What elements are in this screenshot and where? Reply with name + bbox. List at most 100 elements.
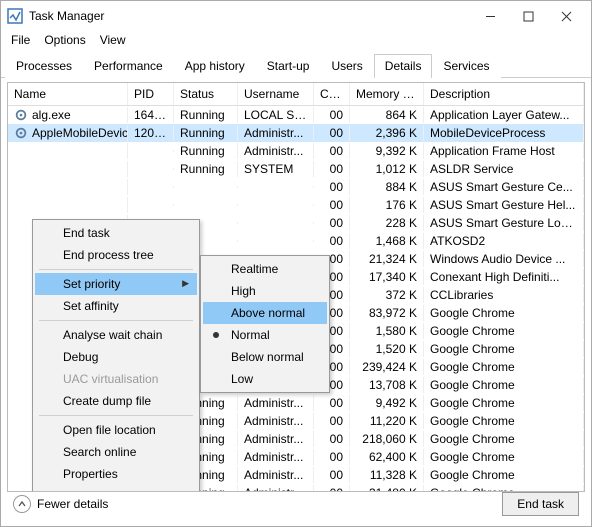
cell-user: Administr...: [238, 395, 314, 411]
table-row[interactable]: 00176 KASUS Smart Gesture Hel...: [8, 196, 584, 214]
table-row[interactable]: RunningAdministr...009,392 KApplication …: [8, 142, 584, 160]
menu-file[interactable]: File: [11, 33, 30, 47]
cell-memory: 372 K: [350, 287, 424, 303]
cell-description: Google Chrome: [424, 323, 584, 339]
cell-cpu: 00: [314, 197, 350, 213]
cell-memory: 2,396 K: [350, 125, 424, 141]
ctx-analyse[interactable]: Analyse wait chain: [35, 324, 197, 346]
ctx-open-location[interactable]: Open file location: [35, 419, 197, 441]
ctx-dump[interactable]: Create dump file: [35, 390, 197, 412]
cell-status: [174, 204, 238, 206]
tab-details[interactable]: Details: [374, 54, 433, 78]
cell-status: [174, 186, 238, 188]
close-button[interactable]: [547, 2, 585, 30]
table-row[interactable]: AppleMobileDeviceP...12076RunningAdminis…: [8, 124, 584, 142]
tab-performance[interactable]: Performance: [83, 54, 174, 78]
cell-memory: 62,400 K: [350, 449, 424, 465]
col-pid[interactable]: PID: [128, 83, 174, 105]
cell-cpu: 00: [314, 143, 350, 159]
col-username[interactable]: Username: [238, 83, 314, 105]
priority-above-normal[interactable]: Above normal: [203, 302, 327, 324]
ctx-set-priority[interactable]: Set priority ▶: [35, 273, 197, 295]
cell-user: LOCAL SE...: [238, 107, 314, 123]
end-task-button[interactable]: End task: [502, 492, 579, 516]
fewer-details-toggle[interactable]: Fewer details: [13, 495, 108, 513]
col-description[interactable]: Description: [424, 83, 584, 105]
tab-processes[interactable]: Processes: [5, 54, 83, 78]
cell-description: Google Chrome: [424, 341, 584, 357]
col-name[interactable]: Name: [8, 83, 128, 105]
ctx-end-task[interactable]: End task: [35, 222, 197, 244]
tab-services[interactable]: Services: [432, 54, 500, 78]
cell-description: ASUS Smart Gesture Hel...: [424, 197, 584, 213]
cell-memory: 13,708 K: [350, 377, 424, 393]
ctx-debug[interactable]: Debug: [35, 346, 197, 368]
ctx-separator: [39, 320, 193, 321]
cell-memory: 9,492 K: [350, 395, 424, 411]
minimize-button[interactable]: [471, 2, 509, 30]
menu-options[interactable]: Options: [44, 33, 85, 47]
tab-startup[interactable]: Start-up: [256, 54, 321, 78]
cell-status: Running: [174, 107, 238, 123]
col-status[interactable]: Status: [174, 83, 238, 105]
cell-name: [8, 197, 128, 213]
maximize-button[interactable]: [509, 2, 547, 30]
cell-user: Administr...: [238, 125, 314, 141]
cell-cpu: 00: [314, 179, 350, 195]
ctx-set-affinity[interactable]: Set affinity: [35, 295, 197, 317]
cell-status: Running: [174, 143, 238, 159]
priority-realtime[interactable]: Realtime: [203, 258, 327, 280]
cell-pid: 12076: [128, 125, 174, 141]
cell-description: Google Chrome: [424, 305, 584, 321]
cell-pid: [128, 150, 174, 152]
cell-description: ASUS Smart Gesture Ce...: [424, 179, 584, 195]
cell-status: Running: [174, 161, 238, 177]
cell-pid: [128, 204, 174, 206]
cell-user: [238, 186, 314, 188]
cell-name: [8, 161, 128, 177]
cell-pid: [128, 186, 174, 188]
cell-name: [8, 143, 128, 159]
priority-below-normal[interactable]: Below normal: [203, 346, 327, 368]
cell-pid: 16488: [128, 107, 174, 123]
table-row[interactable]: RunningSYSTEM001,012 KASLDR Service: [8, 160, 584, 178]
cell-description: Windows Audio Device ...: [424, 251, 584, 267]
details-grid: Name PID Status Username CPU Memory (p..…: [7, 82, 585, 492]
col-memory[interactable]: Memory (p...: [350, 83, 424, 105]
col-cpu[interactable]: CPU: [314, 83, 350, 105]
priority-normal[interactable]: Normal: [203, 324, 327, 346]
cell-cpu: 00: [314, 431, 350, 447]
cell-name: [8, 179, 128, 195]
ctx-search-online[interactable]: Search online: [35, 441, 197, 463]
cell-user: Administr...: [238, 449, 314, 465]
cell-user: Administr...: [238, 431, 314, 447]
cell-description: Google Chrome: [424, 359, 584, 375]
footer: Fewer details End task: [1, 486, 591, 522]
cell-description: Google Chrome: [424, 395, 584, 411]
cell-user: Administr...: [238, 467, 314, 483]
fewer-details-label: Fewer details: [37, 497, 108, 511]
cell-memory: 218,060 K: [350, 431, 424, 447]
priority-low[interactable]: Low: [203, 368, 327, 390]
cell-memory: 83,972 K: [350, 305, 424, 321]
cell-description: Google Chrome: [424, 431, 584, 447]
context-menu: End task End process tree Set priority ▶…: [32, 219, 200, 492]
table-row[interactable]: 00884 KASUS Smart Gesture Ce...: [8, 178, 584, 196]
cell-memory: 9,392 K: [350, 143, 424, 159]
priority-high[interactable]: High: [203, 280, 327, 302]
tab-app-history[interactable]: App history: [174, 54, 256, 78]
ctx-separator: [39, 415, 193, 416]
cell-cpu: 00: [314, 449, 350, 465]
cell-memory: 864 K: [350, 107, 424, 123]
cell-memory: 1,012 K: [350, 161, 424, 177]
cell-cpu: 00: [314, 395, 350, 411]
cell-status: Running: [174, 125, 238, 141]
ctx-properties[interactable]: Properties: [35, 463, 197, 485]
priority-normal-label: Normal: [231, 328, 270, 342]
cell-memory: 1,468 K: [350, 233, 424, 249]
cell-user: SYSTEM: [238, 161, 314, 177]
menu-view[interactable]: View: [100, 33, 126, 47]
tab-users[interactable]: Users: [320, 54, 373, 78]
ctx-end-tree[interactable]: End process tree: [35, 244, 197, 266]
table-row[interactable]: alg.exe16488RunningLOCAL SE...00864 KApp…: [8, 106, 584, 124]
